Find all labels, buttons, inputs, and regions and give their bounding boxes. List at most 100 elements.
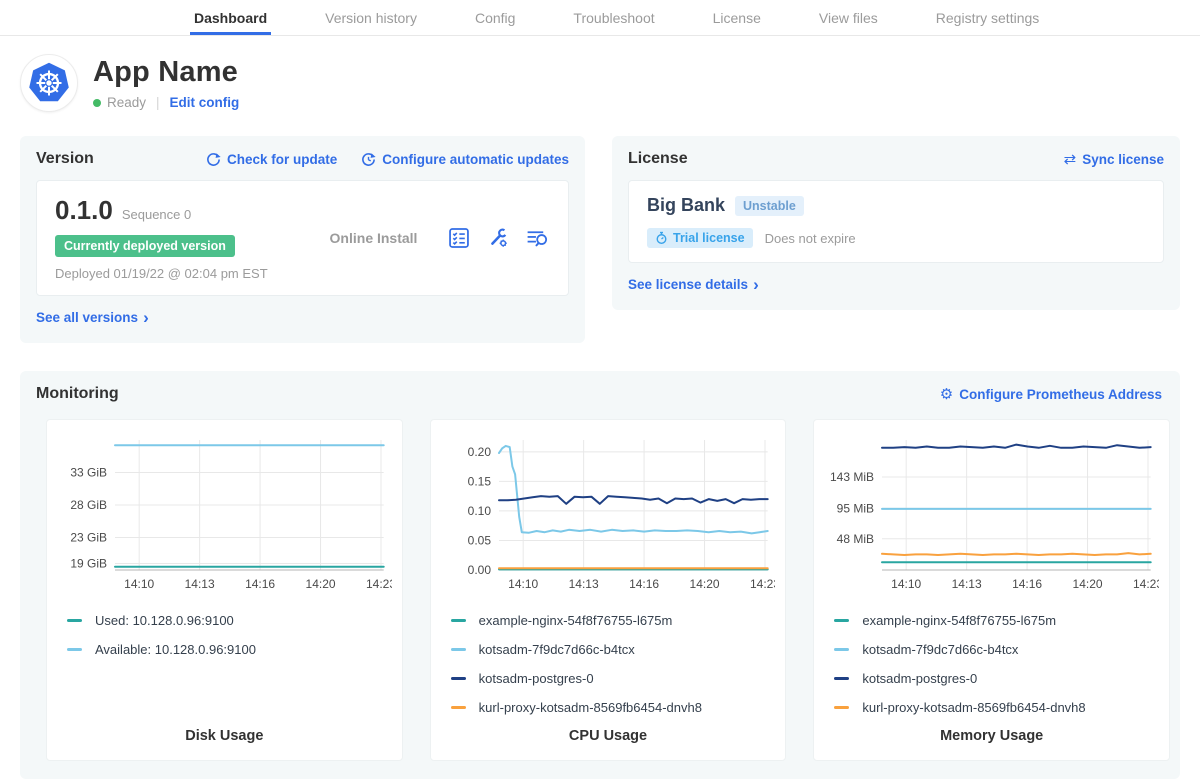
svg-text:14:13: 14:13: [568, 577, 598, 591]
preflight-checks-button[interactable]: [447, 226, 471, 250]
legend-label: kotsadm-7f9dc7d66c-b4tcx: [862, 642, 1018, 657]
legend-dash-icon: [67, 648, 82, 651]
legend-item: Available: 10.128.0.96:9100: [67, 635, 392, 664]
legend-label: kotsadm-postgres-0: [862, 671, 977, 686]
legend-dash-icon: [834, 619, 849, 622]
svg-text:0.15: 0.15: [467, 474, 491, 488]
configure-prometheus-link[interactable]: ⚙ Configure Prometheus Address: [940, 387, 1162, 402]
legend-label: example-nginx-54f8f76755-l675m: [862, 613, 1056, 628]
svg-text:95 MiB: 95 MiB: [837, 501, 874, 515]
tab-view-files[interactable]: View files: [815, 0, 882, 35]
sync-icon: ⇄: [1064, 152, 1077, 167]
svg-text:14:20: 14:20: [689, 577, 719, 591]
legend-dash-icon: [451, 706, 466, 709]
legend-label: example-nginx-54f8f76755-l675m: [479, 613, 673, 628]
schedule-update-icon: [361, 152, 376, 167]
view-deploy-logs-button[interactable]: [525, 227, 550, 250]
edit-config-link[interactable]: Edit config: [170, 95, 240, 110]
customer-name: Big Bank: [647, 195, 725, 216]
version-card: Version Check for update: [20, 136, 585, 343]
chart-title: CPU Usage: [441, 728, 776, 748]
legend-item: example-nginx-54f8f76755-l675m: [451, 606, 776, 635]
svg-text:14:20: 14:20: [306, 577, 336, 591]
cpu-usage-legend: example-nginx-54f8f76755-l675m kotsadm-7f…: [451, 606, 776, 722]
refresh-icon: [206, 152, 221, 167]
svg-text:0.00: 0.00: [467, 563, 491, 577]
channel-badge: Unstable: [735, 196, 804, 216]
disk-usage-chart: 14:1014:1314:1614:2014:2333 GiB28 GiB23 …: [57, 430, 392, 594]
page-title: App Name: [93, 56, 239, 89]
legend-dash-icon: [451, 619, 466, 622]
svg-text:14:13: 14:13: [185, 577, 215, 591]
edit-config-tools-button[interactable]: [486, 226, 510, 250]
divider: |: [156, 95, 160, 110]
legend-dash-icon: [451, 677, 466, 680]
legend-dash-icon: [67, 619, 82, 622]
svg-text:14:10: 14:10: [892, 577, 922, 591]
svg-text:48 MiB: 48 MiB: [837, 532, 874, 546]
see-license-details-link[interactable]: See license details ›: [628, 277, 759, 292]
legend-item: example-nginx-54f8f76755-l675m: [834, 606, 1159, 635]
see-all-versions-link[interactable]: See all versions ›: [36, 310, 149, 325]
version-number: 0.1.0: [55, 195, 113, 226]
chevron-right-icon: ›: [143, 313, 149, 323]
sync-license-link[interactable]: ⇄ Sync license: [1064, 152, 1164, 167]
disk-usage-chart-card: 14:1014:1314:1614:2014:2333 GiB28 GiB23 …: [46, 419, 403, 761]
check-for-update-link[interactable]: Check for update: [206, 152, 337, 167]
legend-label: kurl-proxy-kotsadm-8569fb6454-dnvh8: [862, 700, 1085, 715]
svg-text:0.05: 0.05: [467, 533, 491, 547]
logs-search-icon: [525, 227, 550, 250]
memory-usage-chart: 14:1014:1314:1614:2014:23143 MiB95 MiB48…: [824, 430, 1159, 594]
dashboard-content: Version Check for update: [0, 136, 1200, 779]
tab-dashboard[interactable]: Dashboard: [190, 0, 271, 35]
svg-text:143 MiB: 143 MiB: [830, 470, 874, 484]
deployed-timestamp: Deployed 01/19/22 @ 02:04 pm EST: [55, 266, 300, 281]
tab-registry-settings[interactable]: Registry settings: [932, 0, 1043, 35]
sequence-label: Sequence 0: [122, 207, 191, 222]
tab-troubleshoot[interactable]: Troubleshoot: [569, 0, 658, 35]
legend-item: Used: 10.128.0.96:9100: [67, 606, 392, 635]
status-dot-icon: [93, 99, 101, 107]
tab-license[interactable]: License: [709, 0, 765, 35]
version-card-title: Version: [36, 150, 94, 168]
license-card-title: License: [628, 150, 688, 168]
tab-config[interactable]: Config: [471, 0, 519, 35]
svg-text:14:16: 14:16: [245, 577, 275, 591]
legend-item: kotsadm-7f9dc7d66c-b4tcx: [834, 635, 1159, 664]
deployed-version-badge: Currently deployed version: [55, 235, 235, 257]
memory-usage-chart-card: 14:1014:1314:1614:2014:23143 MiB95 MiB48…: [813, 419, 1170, 761]
svg-text:23 GiB: 23 GiB: [70, 531, 107, 545]
app-header: App Name Ready | Edit config: [0, 36, 1200, 112]
expiry-label: Does not expire: [765, 231, 856, 246]
legend-item: kotsadm-postgres-0: [834, 664, 1159, 693]
legend-label: kotsadm-postgres-0: [479, 671, 594, 686]
stopwatch-icon: [655, 231, 668, 245]
svg-text:28 GiB: 28 GiB: [70, 498, 107, 512]
chevron-right-icon: ›: [753, 280, 759, 290]
monitoring-title: Monitoring: [36, 385, 119, 403]
chart-title: Memory Usage: [824, 728, 1159, 748]
svg-text:14:23: 14:23: [366, 577, 392, 591]
memory-usage-legend: example-nginx-54f8f76755-l675m kotsadm-7f…: [834, 606, 1159, 722]
legend-item: kurl-proxy-kotsadm-8569fb6454-dnvh8: [451, 693, 776, 722]
legend-dash-icon: [834, 648, 849, 651]
gear-icon: ⚙: [940, 387, 953, 402]
legend-label: Used: 10.128.0.96:9100: [95, 613, 234, 628]
legend-dash-icon: [834, 706, 849, 709]
svg-text:0.10: 0.10: [467, 504, 491, 518]
legend-label: kotsadm-7f9dc7d66c-b4tcx: [479, 642, 635, 657]
svg-text:14:16: 14:16: [1012, 577, 1042, 591]
license-type-badge: Trial license: [647, 228, 753, 248]
legend-item: kotsadm-7f9dc7d66c-b4tcx: [451, 635, 776, 664]
svg-text:14:23: 14:23: [750, 577, 776, 591]
tab-version-history[interactable]: Version history: [321, 0, 421, 35]
svg-text:14:20: 14:20: [1073, 577, 1103, 591]
wrench-gear-icon: [486, 226, 510, 250]
configure-automatic-updates-link[interactable]: Configure automatic updates: [361, 152, 569, 167]
legend-label: kurl-proxy-kotsadm-8569fb6454-dnvh8: [479, 700, 702, 715]
status-badge: Ready: [107, 95, 146, 110]
chart-title: Disk Usage: [57, 728, 392, 748]
kubernetes-logo-icon: [20, 54, 78, 112]
legend-item: kurl-proxy-kotsadm-8569fb6454-dnvh8: [834, 693, 1159, 722]
svg-text:0.20: 0.20: [467, 445, 491, 459]
